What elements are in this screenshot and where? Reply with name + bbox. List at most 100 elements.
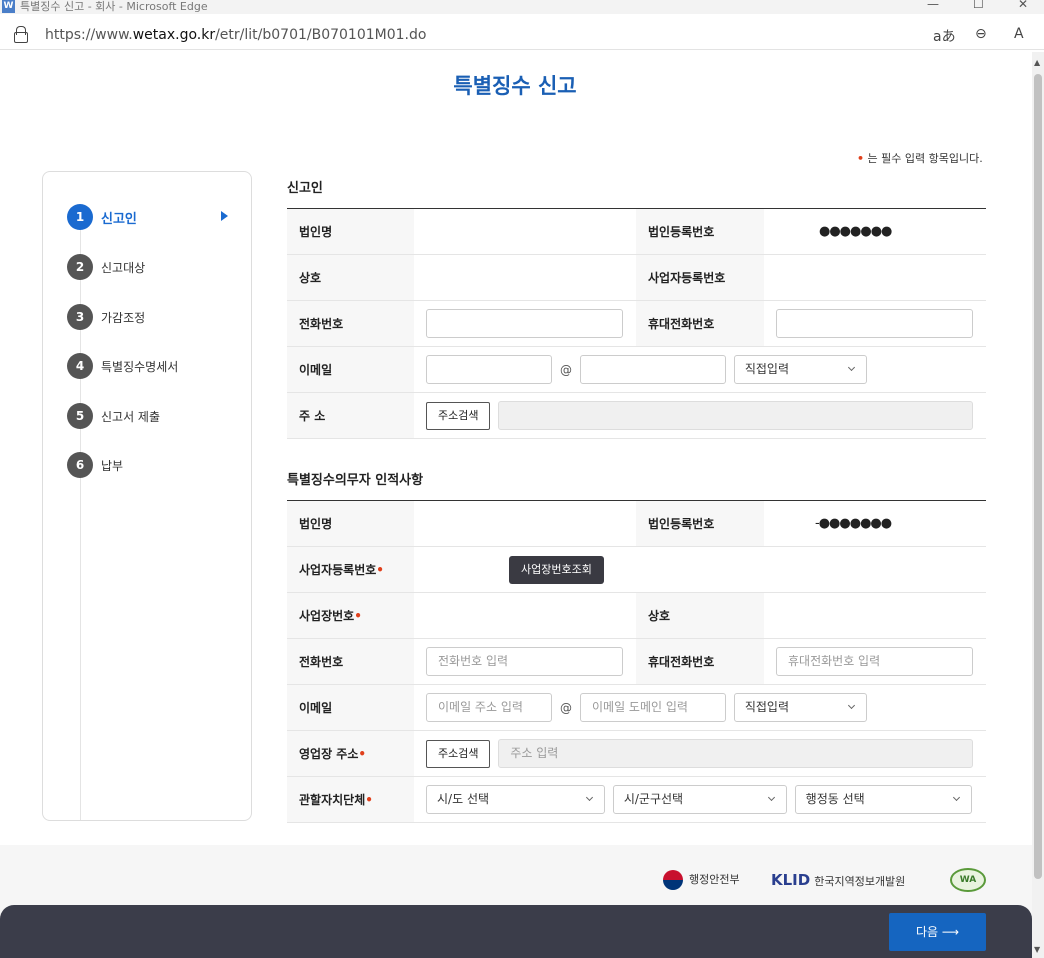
required-dot-icon: • — [365, 793, 373, 807]
required-dot-icon: • — [857, 152, 865, 165]
mobile-input[interactable] — [776, 309, 973, 338]
scroll-down-icon[interactable]: ▼ — [1034, 945, 1040, 954]
step-target[interactable]: 2 신고대상 — [67, 254, 237, 280]
company-value — [764, 592, 986, 639]
address-search-button[interactable]: 주소검색 — [426, 401, 491, 430]
field-label: 휴대전화번호 — [636, 300, 764, 347]
step-label: 신고대상 — [101, 261, 146, 275]
field-label: 영업장 주소• — [287, 730, 414, 777]
corp-reg-value: ●●●●●●● — [764, 208, 986, 255]
field-label: 법인등록번호 — [636, 500, 764, 547]
sigungu-select[interactable]: 시/군구선택 — [612, 785, 787, 814]
field-label: 상호 — [287, 254, 414, 301]
address-bar[interactable]: https://www.wetax.go.kr/etr/lit/b0701/B0… — [0, 22, 1044, 50]
chevron-down-icon — [767, 793, 775, 802]
field-label: 사업장번호• — [287, 592, 414, 639]
step-number: 6 — [67, 452, 93, 478]
klid-logo[interactable]: KLID 한국지역정보개발원 — [771, 871, 905, 889]
email-domain-input[interactable]: 이메일 도메인 입력 — [580, 693, 726, 722]
field-label: 법인명 — [287, 500, 414, 547]
address-input[interactable] — [498, 401, 974, 430]
step-label: 가감조정 — [101, 311, 146, 325]
field-label: 이메일 — [287, 684, 414, 731]
step-label: 신고서 제출 — [101, 410, 161, 424]
step-number: 4 — [67, 353, 93, 379]
step-number: 2 — [67, 254, 93, 280]
site-no-value — [414, 592, 636, 639]
corp-reg-value: -●●●●●●● — [764, 500, 986, 547]
step-payment[interactable]: 6 납부 — [67, 452, 237, 478]
lock-icon[interactable] — [14, 26, 28, 43]
withholder-table: 법인명 법인등록번호 -●●●●●●● 사업자등록번호• 사업장번호조회 사업장… — [287, 500, 986, 823]
field-label: 주 소 — [287, 392, 414, 439]
field-label: 법인명 — [287, 208, 414, 255]
font-icon[interactable]: A — [1014, 26, 1024, 42]
field-label: 휴대전화번호 — [636, 638, 764, 685]
step-sidebar: 1 신고인 2 신고대상 3 가감조정 4 특별징수명세서 5 신고서 제출 6… — [42, 171, 252, 821]
email-domain-select[interactable]: 직접입력 — [733, 693, 867, 722]
arrow-right-icon — [221, 211, 228, 221]
field-label: 사업자등록번호• — [287, 546, 414, 593]
required-dot-icon: • — [376, 563, 384, 577]
vertical-scrollbar[interactable]: ▲ ▼ — [1032, 52, 1044, 958]
close-icon[interactable]: ✕ — [1018, 0, 1028, 11]
url-text[interactable]: https://www.wetax.go.kr/etr/lit/b0701/B0… — [45, 27, 426, 43]
window-titlebar: W 특별징수 신고 - 회사 - Microsoft Edge — ☐ ✕ — [0, 0, 1044, 14]
chevron-down-icon — [847, 363, 855, 372]
field-label: 관할자치단체• — [287, 776, 414, 823]
step-label: 특별징수명세서 — [101, 360, 179, 374]
biz-lookup-button[interactable]: 사업장번호조회 — [509, 555, 604, 584]
step-submit[interactable]: 5 신고서 제출 — [67, 403, 237, 429]
taegeuk-icon — [663, 870, 683, 890]
next-button[interactable]: 다음 ⟶ — [889, 913, 986, 951]
phone-input[interactable] — [426, 309, 623, 338]
reporter-table: 법인명 법인등록번호 ●●●●●●● 상호 사업자등록번호 전화번호 휴대전화번… — [287, 208, 986, 439]
email-at: @ — [560, 700, 572, 715]
phone-input[interactable]: 전화번호 입력 — [426, 647, 623, 676]
bottom-action-bar — [0, 905, 1032, 958]
required-dot-icon: • — [358, 747, 367, 761]
window-title: 특별징수 신고 - 회사 - Microsoft Edge — [20, 0, 208, 13]
chevron-down-icon — [952, 793, 960, 802]
mobile-input[interactable]: 휴대전화번호 입력 — [776, 647, 973, 676]
field-label: 전화번호 — [287, 300, 414, 347]
page-title: 특별징수 신고 — [453, 74, 577, 98]
required-dot-icon: • — [354, 609, 362, 623]
scroll-up-icon[interactable]: ▲ — [1034, 58, 1040, 67]
field-label: 법인등록번호 — [636, 208, 764, 255]
field-label: 이메일 — [287, 346, 414, 393]
read-aloud-icon[interactable]: aあ — [933, 26, 956, 46]
section-title-reporter: 신고인 — [287, 181, 323, 196]
address-input[interactable]: 주소 입력 — [498, 739, 974, 768]
dong-select[interactable]: 행정동 선택 — [794, 785, 972, 814]
step-number: 1 — [67, 204, 93, 230]
sido-select[interactable]: 시/도 선택 — [426, 785, 605, 814]
email-id-input[interactable]: 이메일 주소 입력 — [426, 693, 552, 722]
step-reporter[interactable]: 1 신고인 — [67, 204, 237, 230]
corp-name-value — [414, 500, 636, 547]
web-accessibility-mark: WA — [950, 868, 986, 892]
ministry-logo[interactable]: 행정안전부 — [663, 870, 740, 890]
email-id-input[interactable] — [426, 355, 552, 384]
scroll-thumb[interactable] — [1034, 74, 1042, 879]
step-adjustment[interactable]: 3 가감조정 — [67, 304, 237, 330]
email-domain-input[interactable] — [580, 355, 726, 384]
biz-reg-value — [764, 254, 986, 301]
step-number: 5 — [67, 403, 93, 429]
address-search-button[interactable]: 주소검색 — [426, 739, 491, 768]
zoom-icon[interactable]: ⊖ — [975, 26, 987, 42]
app-icon: W — [2, 0, 15, 13]
maximize-icon[interactable]: ☐ — [973, 0, 984, 11]
minimize-icon[interactable]: — — [927, 0, 939, 11]
section-title-withholder: 특별징수의무자 인적사항 — [287, 473, 424, 488]
company-value — [414, 254, 636, 301]
corp-name-value — [414, 208, 636, 255]
chevron-down-icon — [585, 793, 594, 802]
field-label: 상호 — [636, 592, 764, 639]
email-domain-select[interactable]: 직접입력 — [733, 355, 867, 384]
email-at: @ — [560, 362, 572, 377]
step-number: 3 — [67, 304, 93, 330]
required-note: • 는 필수 입력 항목입니다. — [857, 152, 983, 165]
step-label: 신고인 — [101, 212, 137, 227]
step-statement[interactable]: 4 특별징수명세서 — [67, 353, 237, 379]
